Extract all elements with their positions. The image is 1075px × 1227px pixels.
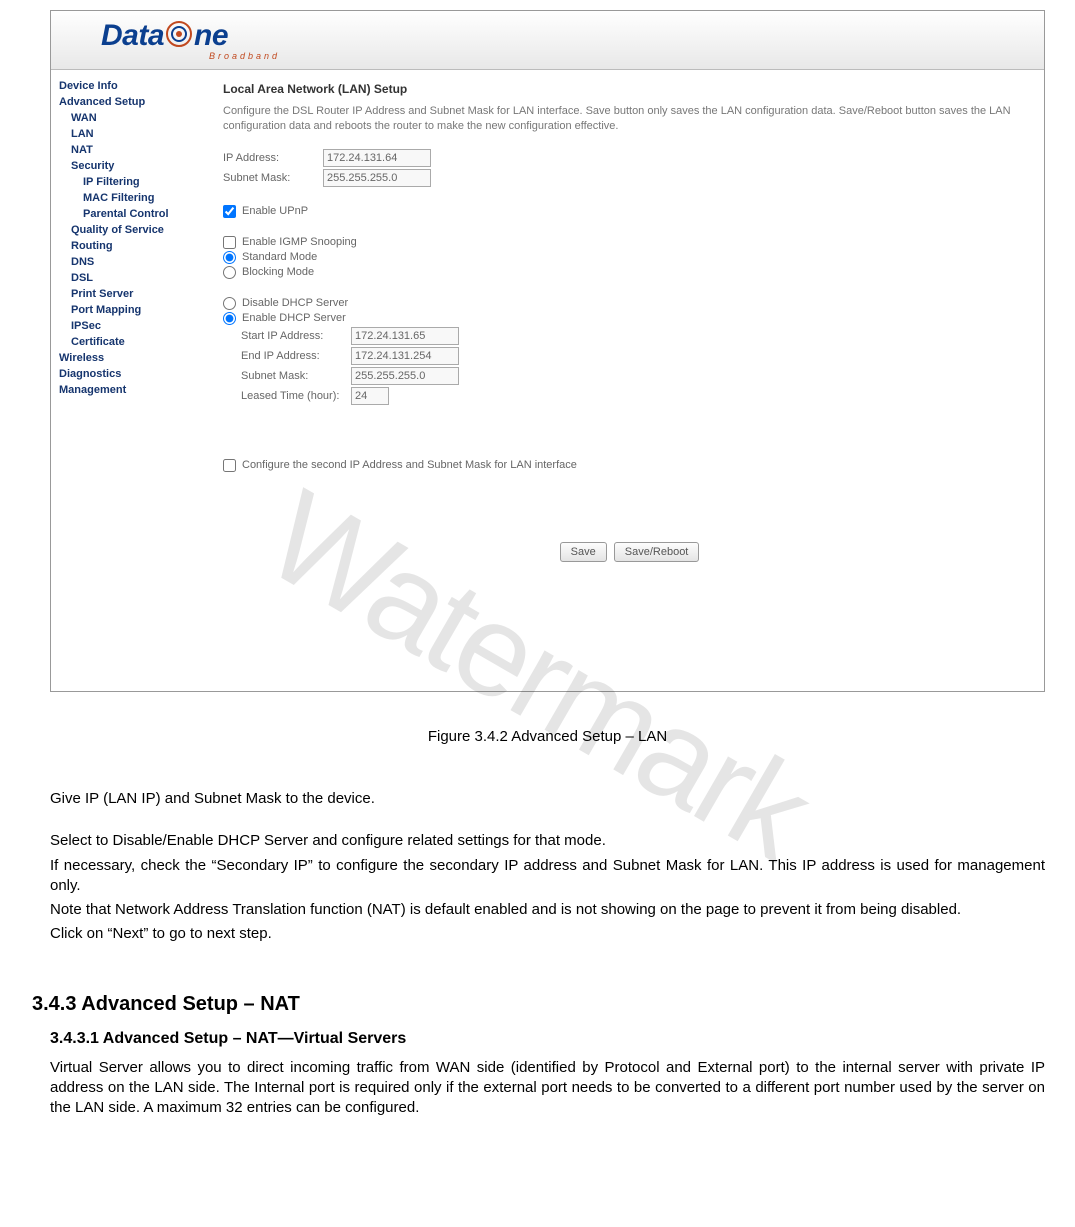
ip-address-input[interactable] [323, 149, 431, 167]
router-screenshot: Datane Broadband Device Info Advanced Se… [50, 10, 1045, 692]
sidebar-nav: Device Info Advanced Setup WAN LAN NAT S… [51, 70, 207, 692]
nav-dsl[interactable]: DSL [59, 270, 207, 286]
nav-diagnostics[interactable]: Diagnostics [59, 366, 207, 382]
body-p4: Note that Network Address Translation fu… [50, 900, 1045, 920]
end-ip-label: End IP Address: [223, 350, 351, 362]
router-content: Local Area Network (LAN) Setup Configure… [207, 70, 1044, 692]
document-body: Give IP (LAN IP) and Subnet Mask to the … [50, 789, 1045, 945]
blocking-mode-radio[interactable] [223, 266, 236, 279]
body-p3: If necessary, check the “Secondary IP” t… [50, 856, 1045, 897]
nav-advanced-setup[interactable]: Advanced Setup [59, 94, 207, 110]
nav-nat[interactable]: NAT [59, 142, 207, 158]
nav-wireless[interactable]: Wireless [59, 350, 207, 366]
nav-lan[interactable]: LAN [59, 126, 207, 142]
body-p5: Click on “Next” to go to next step. [50, 924, 1045, 944]
logo: Datane [101, 15, 228, 53]
logo-swirl-icon [164, 19, 194, 49]
start-ip-input[interactable] [351, 327, 459, 345]
nav-routing[interactable]: Routing [59, 238, 207, 254]
router-banner: Datane Broadband [51, 11, 1044, 70]
nav-qos[interactable]: Quality of Service [59, 222, 207, 238]
body-p1: Give IP (LAN IP) and Subnet Mask to the … [50, 789, 1045, 809]
logo-suffix: ne [194, 19, 228, 52]
nav-ip-filtering[interactable]: IP Filtering [59, 174, 207, 190]
nav-management[interactable]: Management [59, 382, 207, 398]
enable-dhcp-radio[interactable] [223, 312, 236, 325]
dhcp-subnet-label: Subnet Mask: [223, 370, 351, 382]
nav-wan[interactable]: WAN [59, 110, 207, 126]
leased-time-label: Leased Time (hour): [223, 390, 351, 402]
nav-security[interactable]: Security [59, 158, 207, 174]
leased-time-input[interactable] [351, 387, 389, 405]
lan-setup-title: Local Area Network (LAN) Setup [223, 82, 1036, 96]
subnet-mask-input[interactable] [323, 169, 431, 187]
nav-mac-filtering[interactable]: MAC Filtering [59, 190, 207, 206]
second-ip-label: Configure the second IP Address and Subn… [242, 459, 577, 471]
dhcp-subnet-input[interactable] [351, 367, 459, 385]
blocking-mode-label: Blocking Mode [242, 266, 314, 278]
section-heading: 3.4.3 Advanced Setup – NAT [32, 993, 1045, 1016]
nav-dns[interactable]: DNS [59, 254, 207, 270]
save-reboot-button[interactable]: Save/Reboot [614, 542, 700, 562]
nav-device-info[interactable]: Device Info [59, 78, 207, 94]
section-paragraph: Virtual Server allows you to direct inco… [50, 1058, 1045, 1119]
enable-upnp-label: Enable UPnP [242, 205, 308, 217]
nav-port-mapping[interactable]: Port Mapping [59, 302, 207, 318]
second-ip-checkbox[interactable] [223, 459, 236, 472]
logo-tagline: Broadband [209, 51, 280, 61]
standard-mode-label: Standard Mode [242, 251, 317, 263]
logo-text: Data [101, 19, 164, 52]
nav-print-server[interactable]: Print Server [59, 286, 207, 302]
nav-certificate[interactable]: Certificate [59, 334, 207, 350]
nav-ipsec[interactable]: IPSec [59, 318, 207, 334]
body-p2: Select to Disable/Enable DHCP Server and… [50, 831, 1045, 851]
lan-setup-description: Configure the DSL Router IP Address and … [223, 104, 1036, 135]
standard-mode-radio[interactable] [223, 251, 236, 264]
subnet-mask-label: Subnet Mask: [223, 172, 323, 184]
subsection-heading: 3.4.3.1 Advanced Setup – NAT—Virtual Ser… [50, 1030, 1045, 1048]
enable-igmp-checkbox[interactable] [223, 236, 236, 249]
figure-caption: Figure 3.4.2 Advanced Setup – LAN [50, 728, 1045, 745]
enable-upnp-checkbox[interactable] [223, 205, 236, 218]
disable-dhcp-label: Disable DHCP Server [242, 297, 348, 309]
start-ip-label: Start IP Address: [223, 330, 351, 342]
save-button[interactable]: Save [560, 542, 607, 562]
enable-igmp-label: Enable IGMP Snooping [242, 236, 357, 248]
end-ip-input[interactable] [351, 347, 459, 365]
nav-parental-control[interactable]: Parental Control [59, 206, 207, 222]
enable-dhcp-label: Enable DHCP Server [242, 312, 346, 324]
disable-dhcp-radio[interactable] [223, 297, 236, 310]
ip-address-label: IP Address: [223, 152, 323, 164]
